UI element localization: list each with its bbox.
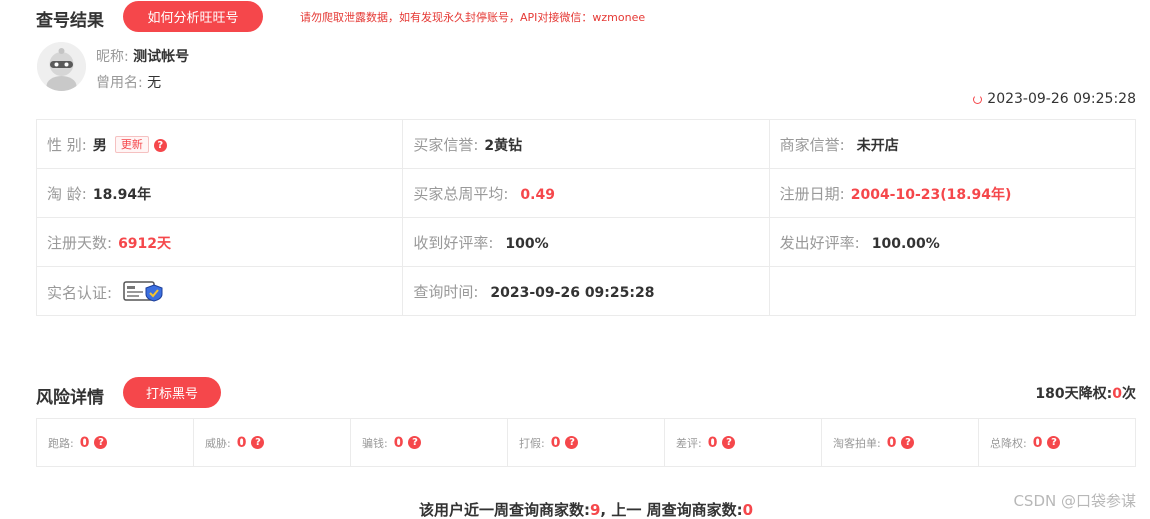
risk-title: 风险详情 <box>36 388 104 408</box>
deduct-summary: 180天降权:0次 <box>1035 383 1136 403</box>
query-time-cell: 查询时间: 2023-09-26 09:25:28 <box>402 266 770 316</box>
good-sent-value: 100.00% <box>871 235 940 252</box>
risk-item-label: 淘客拍单: <box>833 436 881 450</box>
risk-item-value: 0 <box>550 434 561 451</box>
weekly-avg-value: 0.49 <box>520 186 555 203</box>
gender-label: 性 别: <box>47 135 87 154</box>
table-row: 淘 龄: 18.94年 买家总周平均: 0.49 注册日期: 2004-10-23(1… <box>35 168 1137 218</box>
reg-date-cell: 注册日期: 2004-10-23(18.94年) <box>768 168 1137 218</box>
age-value: 18.94年 <box>92 186 152 203</box>
risk-item-label: 骗钱: <box>362 436 388 450</box>
summary-mid: , 上一 周查询商家数: <box>600 501 743 519</box>
risk-item-label: 威胁: <box>205 436 231 450</box>
weekly-avg-cell: 买家总周平均: 0.49 <box>402 168 770 218</box>
risk-item-label: 总降权: <box>990 436 1027 450</box>
deduct-value: 0 <box>1112 386 1122 402</box>
help-icon[interactable]: ? <box>251 436 265 449</box>
nickname-label: 昵称: <box>96 49 129 65</box>
risk-item-label: 差评: <box>676 436 702 450</box>
help-icon[interactable]: ? <box>1047 436 1061 449</box>
risk-item: 淘客拍单: 0? <box>822 419 979 466</box>
risk-item: 差评: 0? <box>665 419 822 466</box>
gender-value: 男 <box>92 137 107 154</box>
good-recv-label: 收到好评率: <box>413 233 494 252</box>
risk-item: 总降权: 0? <box>979 419 1135 466</box>
weekly-avg-label: 买家总周平均: <box>413 184 509 203</box>
buyer-credit-label: 买家信誉: <box>413 135 479 154</box>
refresh-icon[interactable] <box>973 94 983 104</box>
prev-week-query-count: 0 <box>742 501 754 519</box>
good-recv-value: 100% <box>505 235 549 252</box>
help-icon[interactable]: ? <box>722 436 736 449</box>
seller-credit-label: 商家信誉: <box>779 135 845 154</box>
week-query-count: 9 <box>589 501 601 519</box>
help-icon[interactable]: ? <box>565 436 579 449</box>
risk-table: 跑路: 0? 威胁: 0? 骗钱: 0? 打假: 0? 差评: 0? 淘客拍单: 0? 总降… <box>36 418 1136 467</box>
former-name-row: 曾用名: 无 <box>96 72 161 92</box>
former-name-value: 无 <box>147 75 162 91</box>
query-time-label: 查询时间: <box>413 282 479 301</box>
reg-days-cell: 注册天数: 6912天 <box>35 217 404 267</box>
risk-item-value: 0 <box>707 434 718 451</box>
risk-item-label: 打假: <box>519 436 545 450</box>
help-icon[interactable]: ? <box>408 436 422 449</box>
risk-item-value: 0 <box>1032 434 1043 451</box>
buyer-credit-cell: 买家信誉: 2黄钻 <box>402 119 770 169</box>
table-row: 实名认证: 查询时间: 2023-09-26 09:25:28 <box>35 266 1137 316</box>
gender-cell: 性 别: 男更新? <box>35 119 404 169</box>
help-icon[interactable]: ? <box>94 436 108 449</box>
risk-item-value: 0 <box>79 434 90 451</box>
former-name-label: 曾用名: <box>96 75 143 91</box>
good-sent-cell: 发出好评率: 100.00% <box>768 217 1137 267</box>
realname-cell: 实名认证: <box>35 266 404 316</box>
nickname-row: 昵称: 测试帐号 <box>96 46 189 66</box>
analyze-button[interactable]: 如何分析旺旺号 <box>123 1 263 32</box>
risk-item-value: 0 <box>393 434 404 451</box>
reg-date-value: 2004-10-23(18.94年) <box>850 186 1012 203</box>
query-timestamp: 2023-09-26 09:25:28 <box>973 91 1136 107</box>
watermark: CSDN @口袋参谋 <box>1013 492 1136 510</box>
result-title: 查号结果 <box>36 11 104 31</box>
reg-days-label: 注册天数: <box>47 233 113 252</box>
nickname-value: 测试帐号 <box>133 49 190 65</box>
risk-item: 打假: 0? <box>508 419 665 466</box>
avatar-face-icon <box>37 42 86 91</box>
id-card-verified-icon <box>122 280 163 302</box>
good-recv-cell: 收到好评率: 100% <box>402 217 770 267</box>
realname-label: 实名认证: <box>47 283 113 302</box>
risk-item: 骗钱: 0? <box>351 419 508 466</box>
mark-black-button[interactable]: 打标黑号 <box>123 377 221 408</box>
good-sent-label: 发出好评率: <box>779 233 860 252</box>
avatar <box>37 42 86 91</box>
notice-text: 请勿爬取泄露数据，如有发现永久封停账号，API对接微信：wzmonee <box>300 11 646 24</box>
risk-item: 威胁: 0? <box>194 419 351 466</box>
empty-cell <box>768 266 1137 316</box>
risk-item-label: 跑路: <box>48 436 74 450</box>
risk-item-value: 0 <box>236 434 247 451</box>
query-timestamp-text: 2023-09-26 09:25:28 <box>987 91 1136 107</box>
help-icon[interactable]: ? <box>901 436 915 449</box>
deduct-prefix: 180天降权: <box>1035 386 1113 402</box>
age-label: 淘 龄: <box>47 184 87 203</box>
seller-credit-value: 未开店 <box>856 137 899 154</box>
buyer-credit-value: 2黄钻 <box>484 137 523 154</box>
reg-days-value: 6912天 <box>118 235 172 252</box>
summary-prefix: 该用户近一周查询商家数: <box>418 501 590 519</box>
info-table: 性 别: 男更新? 买家信誉: 2黄钻 商家信誉: 未开店 淘 龄: 18.94年 买家… <box>35 119 1137 316</box>
update-gender-button[interactable]: 更新 <box>114 135 149 153</box>
risk-item: 跑路: 0? <box>37 419 194 466</box>
table-row: 性 别: 男更新? 买家信誉: 2黄钻 商家信誉: 未开店 <box>35 119 1137 169</box>
table-row: 注册天数: 6912天 收到好评率: 100% 发出好评率: 100.00% <box>35 217 1137 267</box>
seller-credit-cell: 商家信誉: 未开店 <box>768 119 1137 169</box>
deduct-suffix: 次 <box>1122 386 1136 402</box>
age-cell: 淘 龄: 18.94年 <box>35 168 404 218</box>
risk-item-value: 0 <box>886 434 897 451</box>
help-icon[interactable]: ? <box>153 138 167 152</box>
query-time-value: 2023-09-26 09:25:28 <box>490 284 655 301</box>
reg-date-label: 注册日期: <box>779 184 845 203</box>
weekly-query-summary: 该用户近一周查询商家数:9, 上一 周查询商家数:0 <box>0 499 1150 519</box>
